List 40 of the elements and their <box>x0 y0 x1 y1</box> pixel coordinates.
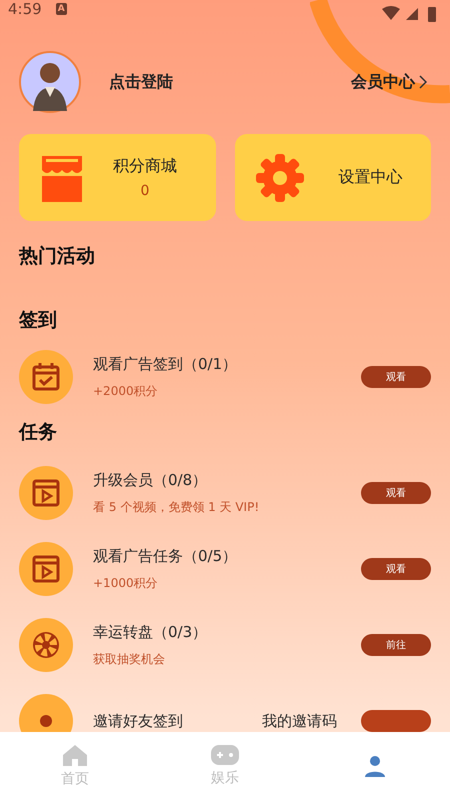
notification-icon: A <box>56 3 67 15</box>
section-title: 签到 <box>19 308 58 333</box>
task-reward: 看 5 个视频，免费领 1 天 VIP! <box>93 498 260 516</box>
home-icon <box>62 744 88 766</box>
wheel-icon <box>33 632 59 658</box>
section-title: 热门活动 <box>19 244 96 269</box>
icon-circle <box>19 350 73 404</box>
settings-icon <box>254 152 304 202</box>
task-title: 观看广告任务（0/5） <box>93 546 238 566</box>
status-time: 4:59 <box>8 0 42 18</box>
copy-button[interactable] <box>361 710 431 732</box>
chevron-icon <box>419 75 427 89</box>
task-title: 幸运转盘（0/3） <box>93 622 208 642</box>
task-reward: 获取抽奖机会 <box>93 650 166 668</box>
video-icon <box>32 556 60 582</box>
section-title: 任务 <box>19 420 58 445</box>
invite-code-label: 我的邀请码 <box>262 712 337 730</box>
points-shop-card[interactable]: 积分商城 0 <box>19 134 216 221</box>
task-reward: +2000积分 <box>93 382 159 400</box>
task-title: 升级会员（0/8） <box>93 470 208 490</box>
shop-icon <box>39 154 85 202</box>
login-link[interactable]: 点击登陆 <box>109 72 351 92</box>
gamepad-icon <box>211 745 239 765</box>
task-button[interactable]: 前往 <box>361 634 431 656</box>
card-title: 积分商城 <box>113 156 177 177</box>
video-icon <box>32 480 60 506</box>
card-title: 设置中心 <box>338 167 402 188</box>
avatar <box>19 51 81 113</box>
member-center-link[interactable]: 会员中心 <box>351 72 427 92</box>
calendar-icon <box>32 363 60 390</box>
settings-card[interactable]: 设置中心 <box>234 134 431 221</box>
task-title: 邀请好友签到 <box>93 712 184 730</box>
icon-circle <box>19 542 73 596</box>
points-value: 0 <box>140 183 150 199</box>
task-button[interactable]: 观看 <box>361 366 431 388</box>
task-reward: +1000积分 <box>93 574 159 592</box>
task-button[interactable]: 观看 <box>361 558 431 580</box>
task-button[interactable]: 观看 <box>361 482 431 504</box>
icon-circle <box>19 466 73 520</box>
task-title: 观看广告签到（0/1） <box>93 354 238 374</box>
